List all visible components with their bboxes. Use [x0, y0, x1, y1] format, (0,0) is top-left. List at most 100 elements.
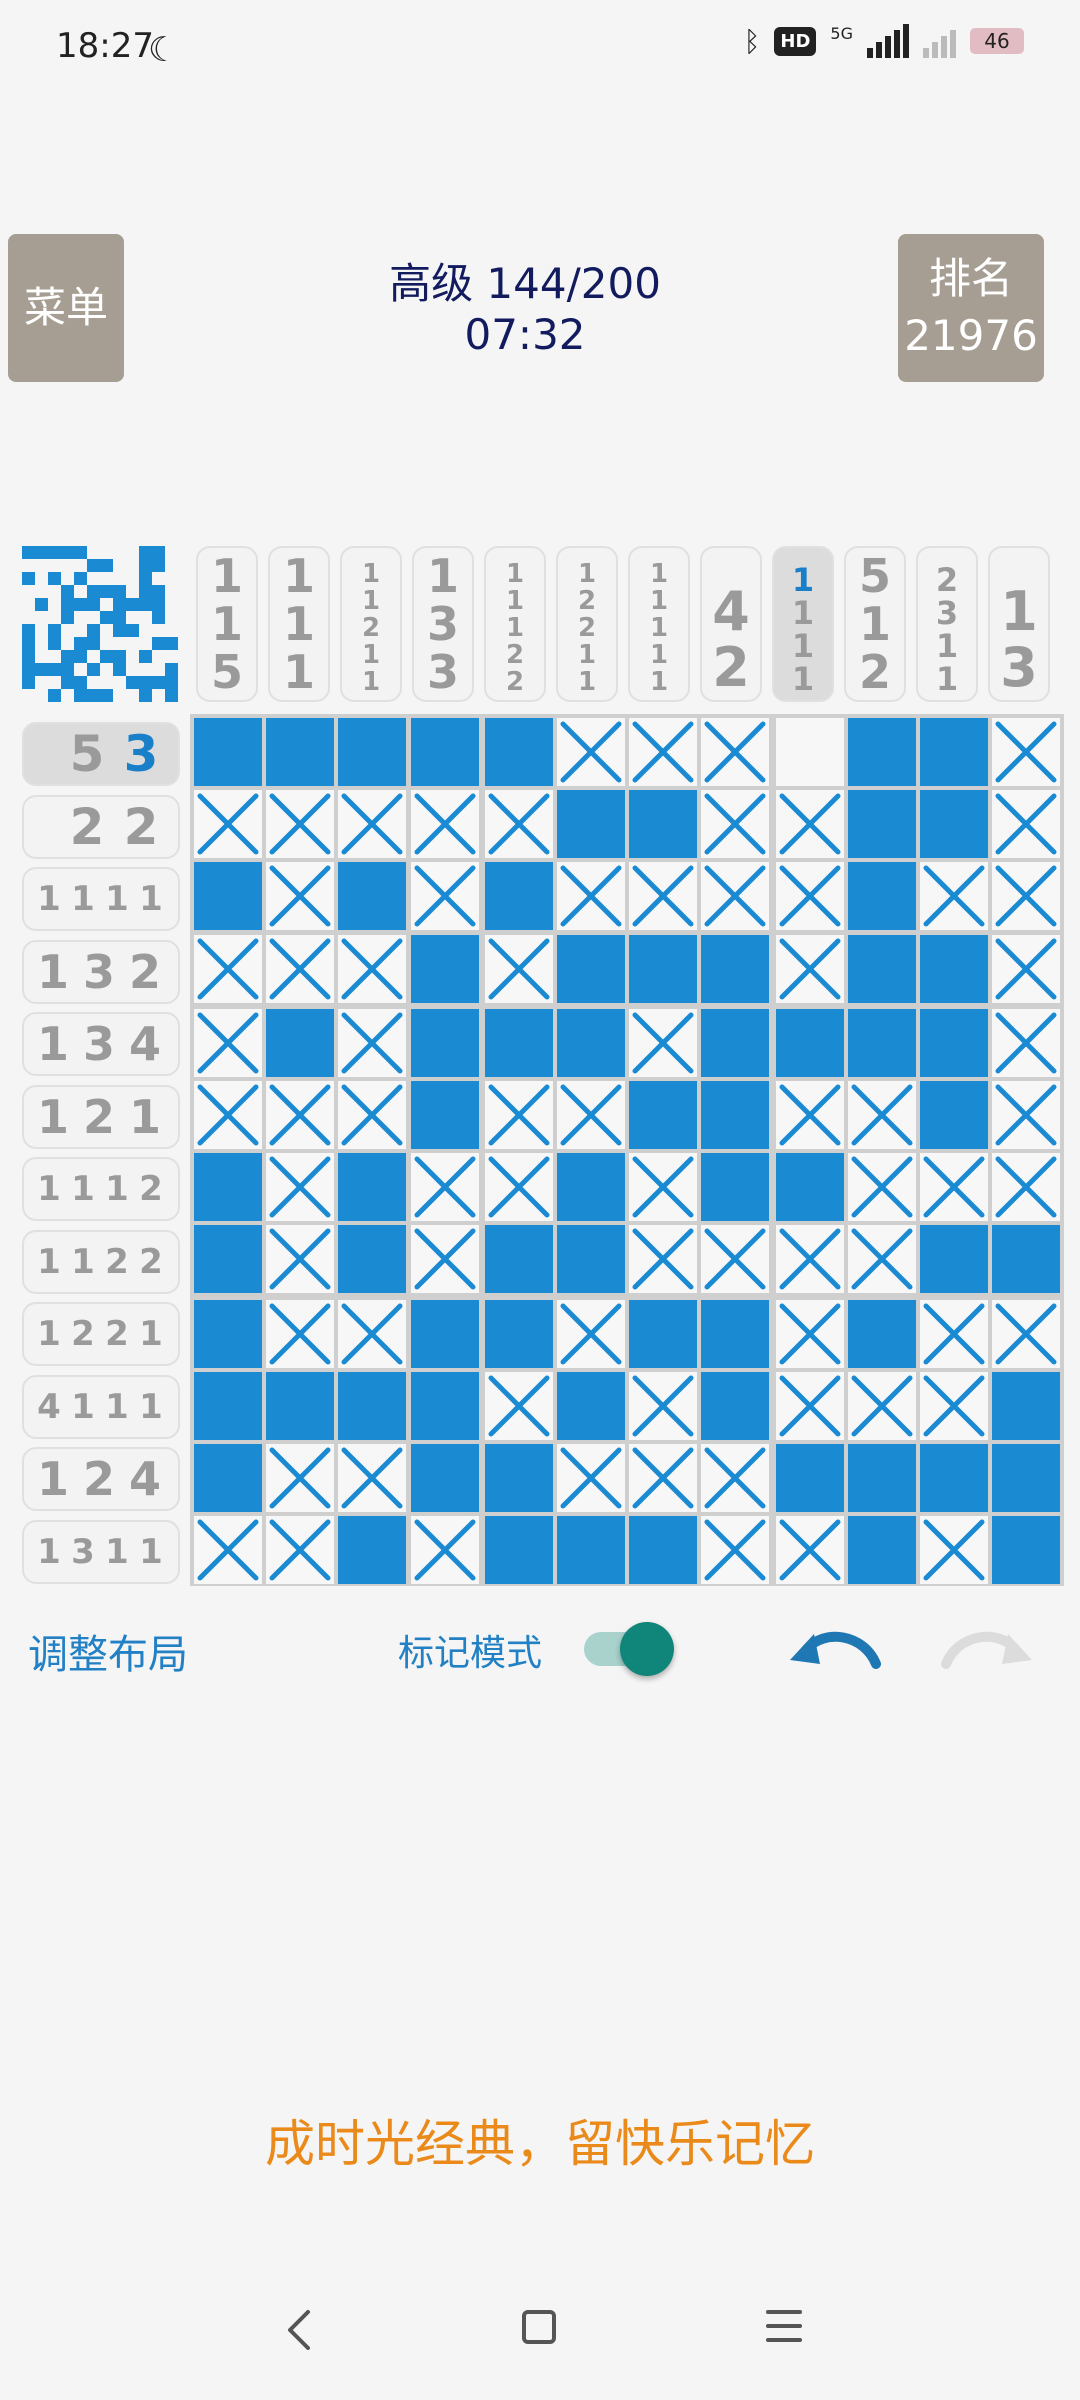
board-cell-crossed[interactable] — [847, 1225, 916, 1294]
board-cell-filled[interactable] — [484, 1444, 553, 1512]
board-cell-crossed[interactable] — [557, 862, 625, 931]
board-cell-crossed[interactable] — [992, 934, 1061, 1003]
board-cell-crossed[interactable] — [701, 790, 770, 859]
board-cell-filled[interactable] — [629, 1081, 698, 1149]
board-cell-crossed[interactable] — [194, 1516, 262, 1585]
board-cell-crossed[interactable] — [920, 1371, 988, 1440]
board-cell-crossed[interactable] — [266, 790, 335, 859]
board-cell-filled[interactable] — [194, 1153, 262, 1222]
board-cell-filled[interactable] — [701, 1081, 770, 1149]
board-cell-crossed[interactable] — [847, 1081, 916, 1149]
board-cell-filled[interactable] — [266, 1371, 335, 1440]
board-cell-filled[interactable] — [338, 1516, 407, 1585]
board-cell-filled[interactable] — [410, 1371, 479, 1440]
board-cell-crossed[interactable] — [484, 1153, 553, 1222]
puzzle-board[interactable] — [190, 714, 1064, 1586]
board-cell-filled[interactable] — [629, 1299, 698, 1368]
board-cell-filled[interactable] — [847, 790, 916, 859]
undo-arrow-icon[interactable] — [784, 1620, 884, 1676]
board-cell-crossed[interactable] — [992, 718, 1061, 786]
board-cell-crossed[interactable] — [701, 718, 770, 786]
board-cell-filled[interactable] — [194, 862, 262, 931]
board-cell-filled[interactable] — [338, 1153, 407, 1222]
board-cell-crossed[interactable] — [338, 1299, 407, 1368]
board-cell-crossed[interactable] — [194, 934, 262, 1003]
board-cell-filled[interactable] — [410, 934, 479, 1003]
menu-button[interactable]: 菜单 — [8, 234, 124, 382]
board-cell-crossed[interactable] — [484, 790, 553, 859]
board-cell-crossed[interactable] — [992, 1008, 1061, 1077]
board-cell-crossed[interactable] — [775, 1081, 844, 1149]
board-cell-filled[interactable] — [338, 1225, 407, 1294]
board-cell-filled[interactable] — [194, 718, 262, 786]
board-cell-filled[interactable] — [701, 934, 770, 1003]
board-cell-filled[interactable] — [410, 718, 479, 786]
board-cell-crossed[interactable] — [266, 1081, 335, 1149]
board-cell-filled[interactable] — [920, 1225, 988, 1294]
board-cell-filled[interactable] — [775, 1008, 844, 1077]
board-cell-filled[interactable] — [194, 1444, 262, 1512]
board-cell-filled[interactable] — [992, 1225, 1061, 1294]
board-cell-filled[interactable] — [847, 1516, 916, 1585]
board-cell-filled[interactable] — [847, 718, 916, 786]
board-cell-crossed[interactable] — [920, 1153, 988, 1222]
board-cell-crossed[interactable] — [992, 1299, 1061, 1368]
board-cell-filled[interactable] — [194, 1371, 262, 1440]
board-cell-filled[interactable] — [992, 1444, 1061, 1512]
board-cell-crossed[interactable] — [992, 1153, 1061, 1222]
board-cell-filled[interactable] — [629, 934, 698, 1003]
board-cell-crossed[interactable] — [629, 862, 698, 931]
nav-home-icon[interactable] — [522, 2310, 556, 2344]
board-cell-filled[interactable] — [701, 1153, 770, 1222]
board-cell-crossed[interactable] — [194, 790, 262, 859]
board-cell-crossed[interactable] — [847, 1153, 916, 1222]
board-cell-filled[interactable] — [557, 1516, 625, 1585]
board-cell-filled[interactable] — [484, 1008, 553, 1077]
board-cell-filled[interactable] — [775, 1153, 844, 1222]
board-cell-filled[interactable] — [338, 862, 407, 931]
board-cell-crossed[interactable] — [775, 934, 844, 1003]
board-cell-filled[interactable] — [629, 790, 698, 859]
board-cell-crossed[interactable] — [629, 1444, 698, 1512]
board-cell-filled[interactable] — [410, 1008, 479, 1077]
board-cell-crossed[interactable] — [484, 934, 553, 1003]
board-cell-crossed[interactable] — [266, 934, 335, 1003]
board-cell-crossed[interactable] — [410, 1153, 479, 1222]
board-cell-crossed[interactable] — [847, 1371, 916, 1440]
board-cell-filled[interactable] — [920, 1081, 988, 1149]
rank-button[interactable]: 排名 21976 — [898, 234, 1044, 382]
redo-arrow-icon[interactable] — [938, 1620, 1038, 1676]
board-cell-crossed[interactable] — [775, 1299, 844, 1368]
board-cell-filled[interactable] — [557, 1153, 625, 1222]
board-cell-crossed[interactable] — [629, 1225, 698, 1294]
board-cell-crossed[interactable] — [992, 1081, 1061, 1149]
board-cell-filled[interactable] — [847, 1299, 916, 1368]
board-cell-crossed[interactable] — [194, 1008, 262, 1077]
board-cell-filled[interactable] — [484, 1299, 553, 1368]
board-cell-crossed[interactable] — [410, 790, 479, 859]
board-cell-crossed[interactable] — [557, 1081, 625, 1149]
board-cell-crossed[interactable] — [920, 1299, 988, 1368]
board-cell-crossed[interactable] — [775, 1516, 844, 1585]
board-cell-filled[interactable] — [920, 1444, 988, 1512]
board-cell-crossed[interactable] — [557, 1299, 625, 1368]
board-cell-filled[interactable] — [557, 934, 625, 1003]
board-cell-crossed[interactable] — [920, 862, 988, 931]
adjust-layout-button[interactable]: 调整布局 — [28, 1622, 188, 1680]
board-cell-filled[interactable] — [701, 1371, 770, 1440]
board-cell-crossed[interactable] — [775, 862, 844, 931]
board-cell-filled[interactable] — [920, 790, 988, 859]
mark-mode-toggle[interactable] — [584, 1622, 674, 1676]
board-cell-crossed[interactable] — [629, 1008, 698, 1077]
board-cell-filled[interactable] — [847, 862, 916, 931]
board-cell-crossed[interactable] — [266, 1153, 335, 1222]
board-cell-filled[interactable] — [557, 1008, 625, 1077]
board-cell-filled[interactable] — [410, 1444, 479, 1512]
board-cell-crossed[interactable] — [775, 790, 844, 859]
nav-back-icon[interactable] — [284, 2308, 314, 2352]
board-cell-filled[interactable] — [920, 718, 988, 786]
board-cell-crossed[interactable] — [775, 1225, 844, 1294]
board-cell-crossed[interactable] — [484, 1081, 553, 1149]
board-cell-crossed[interactable] — [338, 934, 407, 1003]
board-cell-filled[interactable] — [410, 1081, 479, 1149]
